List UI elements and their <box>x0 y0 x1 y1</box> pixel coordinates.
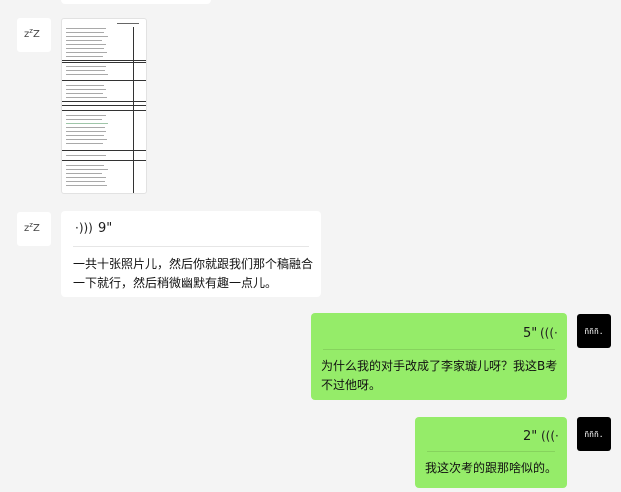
avatar-zzz-icon: zzZ <box>24 27 40 40</box>
voice-duration: 9" <box>98 221 113 236</box>
voice-message-bubble[interactable]: ·))) 9" 一共十张照片儿，然后你就跟我们那个稿融合一下就行，然后稍微幽默有… <box>61 211 321 297</box>
voice-wave-icon: ·))) <box>75 221 93 235</box>
avatar-label: ñññ. <box>584 429 604 439</box>
bubble-divider <box>323 349 555 350</box>
previous-message-bubble[interactable] <box>61 0 211 4</box>
user-avatar[interactable]: ñññ. <box>577 314 611 348</box>
avatar-label: ñññ. <box>584 326 604 336</box>
bubble-divider <box>427 451 555 452</box>
voice-wave-icon: (((· <box>540 326 558 340</box>
voice-message-bubble[interactable]: 2" (((· 我这次考的跟那啥似的。 <box>415 417 567 488</box>
voice-transcript: 为什么我的对手改成了李家璇儿呀？我这B考不过他呀。 <box>321 359 558 392</box>
user-avatar[interactable]: ñññ. <box>577 417 611 451</box>
voice-duration: 2" <box>523 429 538 444</box>
contact-avatar[interactable]: zzZ <box>17 212 51 246</box>
image-message-spreadsheet[interactable] <box>61 18 147 194</box>
contact-avatar[interactable]: zzZ <box>17 18 51 52</box>
bubble-divider <box>73 246 309 247</box>
voice-wave-icon: (((· <box>541 429 559 443</box>
voice-message-bubble[interactable]: 5" (((· 为什么我的对手改成了李家璇儿呀？我这B考不过他呀。 <box>311 313 567 400</box>
voice-transcript: 我这次考的跟那啥似的。 <box>425 461 558 475</box>
voice-transcript: 一共十张照片儿，然后你就跟我们那个稿融合一下就行，然后稍微幽默有趣一点儿。 <box>73 257 314 290</box>
avatar-zzz-icon: zzZ <box>24 221 40 234</box>
voice-duration: 5" <box>523 326 538 341</box>
